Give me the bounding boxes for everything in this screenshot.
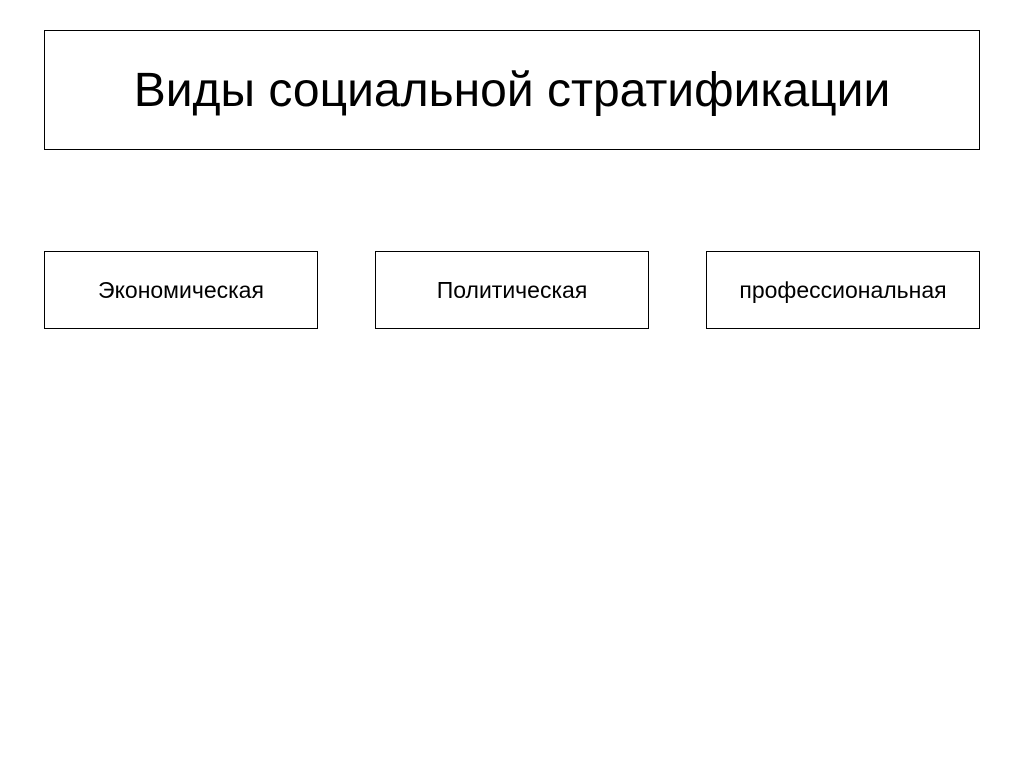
item-box-political: Политическая xyxy=(375,251,649,329)
item-box-professional: профессиональная xyxy=(706,251,980,329)
item-label: Экономическая xyxy=(98,277,264,304)
items-row: Экономическая Политическая профессиональ… xyxy=(44,251,980,329)
diagram-title: Виды социальной стратификации xyxy=(134,63,891,118)
title-container: Виды социальной стратификации xyxy=(44,30,980,150)
item-label: профессиональная xyxy=(739,277,946,304)
item-label: Политическая xyxy=(437,277,588,304)
item-box-economic: Экономическая xyxy=(44,251,318,329)
